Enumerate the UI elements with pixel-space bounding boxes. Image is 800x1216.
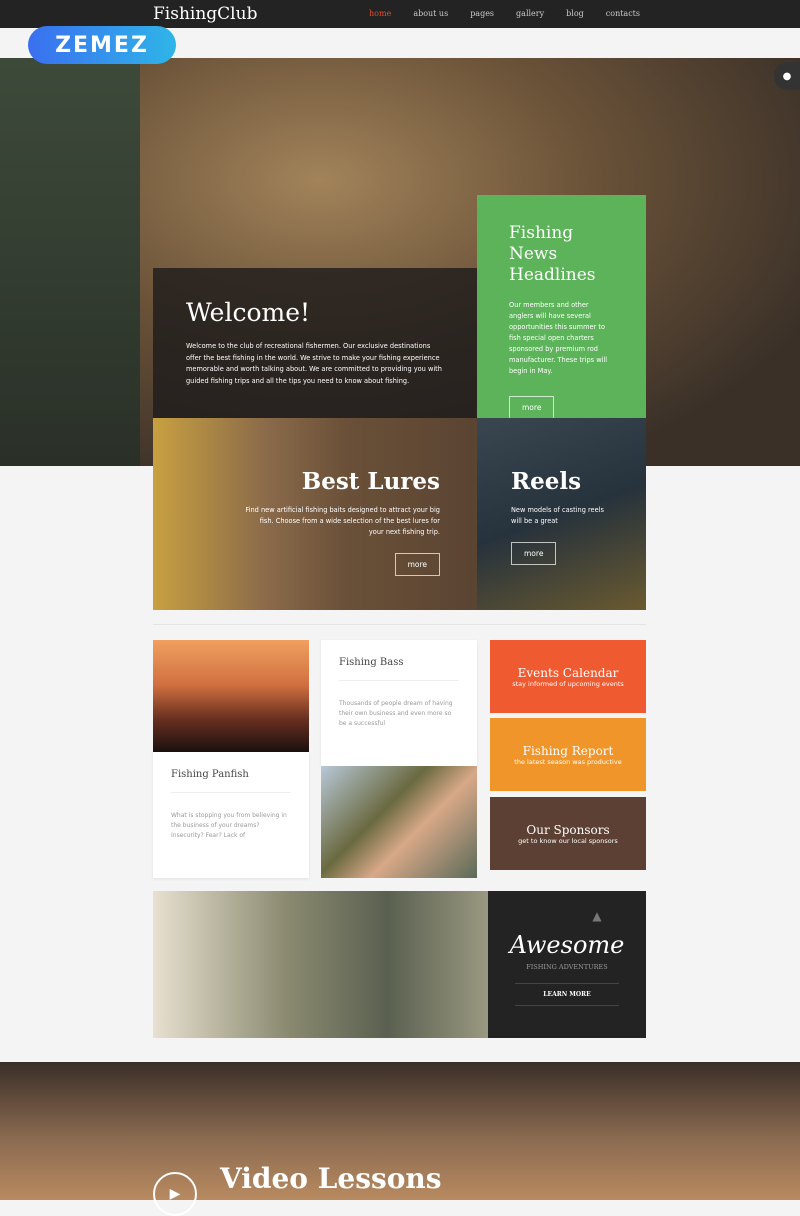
tile-subtitle: the latest season was productive [514, 757, 622, 766]
bass-card[interactable]: Fishing Bass Thousands of people dream o… [321, 640, 477, 766]
reels-more-button[interactable]: more [511, 542, 557, 565]
zemez-badge[interactable]: ZEMEZ [28, 26, 176, 64]
nav-blog[interactable]: blog [566, 9, 584, 18]
nav-menu: home about us pages gallery blog contact… [369, 9, 640, 18]
reels-title: Reels [511, 468, 582, 495]
nav-about[interactable]: about us [413, 9, 448, 18]
adventures-banner: ▲ Awesome FISHING ADVENTURES LEARN MORE [488, 891, 646, 1038]
card-text: What is stopping you from believing in t… [171, 812, 287, 839]
banner-subtitle: FISHING ADVENTURES [526, 963, 608, 971]
tile-title: Events Calendar [517, 665, 619, 680]
nav-gallery[interactable]: gallery [516, 9, 544, 18]
nav-home[interactable]: home [369, 9, 391, 18]
lures-text: Find new artificial fishing baits design… [245, 506, 440, 536]
video-section: ▶ Video Lessons [0, 1062, 800, 1216]
lures-more-button[interactable]: more [394, 553, 440, 576]
lures-panel: Best Lures Find new artificial fishing b… [153, 418, 477, 610]
learn-more-button[interactable]: LEARN MORE [515, 983, 619, 1006]
reels-panel: Reels New models of casting reels will b… [477, 418, 646, 610]
news-title: Fishing News Headlines [509, 223, 596, 285]
bass-image[interactable] [321, 766, 477, 878]
welcome-panel: Welcome! Welcome to the club of recreati… [153, 268, 477, 418]
card-text: Thousands of people dream of having thei… [339, 700, 453, 727]
couple-fishing-image [153, 891, 488, 1038]
card-title: Fishing Panfish [171, 769, 291, 793]
news-more-button[interactable]: more [509, 396, 555, 419]
sponsors-tile[interactable]: Our Sponsors get to know our local spons… [490, 797, 646, 870]
nav-contacts[interactable]: contacts [606, 9, 640, 18]
panfish-image[interactable] [153, 640, 309, 752]
tile-title: Our Sponsors [526, 822, 610, 837]
fishing-report-tile[interactable]: Fishing Report the latest season was pro… [490, 718, 646, 791]
divider [153, 624, 646, 625]
news-panel: Fishing News Headlines Our members and o… [477, 195, 646, 419]
play-icon[interactable]: ▶ [153, 1172, 197, 1216]
welcome-text: Welcome to the club of recreational fish… [186, 342, 442, 385]
panfish-card[interactable]: Fishing Panfish What is stopping you fro… [153, 752, 309, 878]
news-text: Our members and other anglers will have … [509, 301, 608, 375]
tile-subtitle: get to know our local sponsors [518, 836, 618, 845]
lures-title: Best Lures [301, 468, 440, 495]
video-title: Video Lessons [220, 1162, 442, 1195]
logo[interactable]: FishingClub [153, 4, 257, 24]
fishing-hat-icon: ▲ [592, 909, 602, 923]
card-title: Fishing Bass [339, 657, 459, 681]
welcome-title: Welcome! [186, 298, 311, 327]
tile-title: Fishing Report [522, 743, 614, 758]
events-calendar-tile[interactable]: Events Calendar stay informed of upcomin… [490, 640, 646, 713]
reels-text: New models of casting reels will be a gr… [511, 506, 604, 525]
user-icon[interactable]: ● [774, 62, 800, 90]
nav-pages[interactable]: pages [470, 9, 494, 18]
tile-subtitle: stay informed of upcoming events [512, 679, 624, 688]
banner-title: Awesome [509, 931, 625, 959]
